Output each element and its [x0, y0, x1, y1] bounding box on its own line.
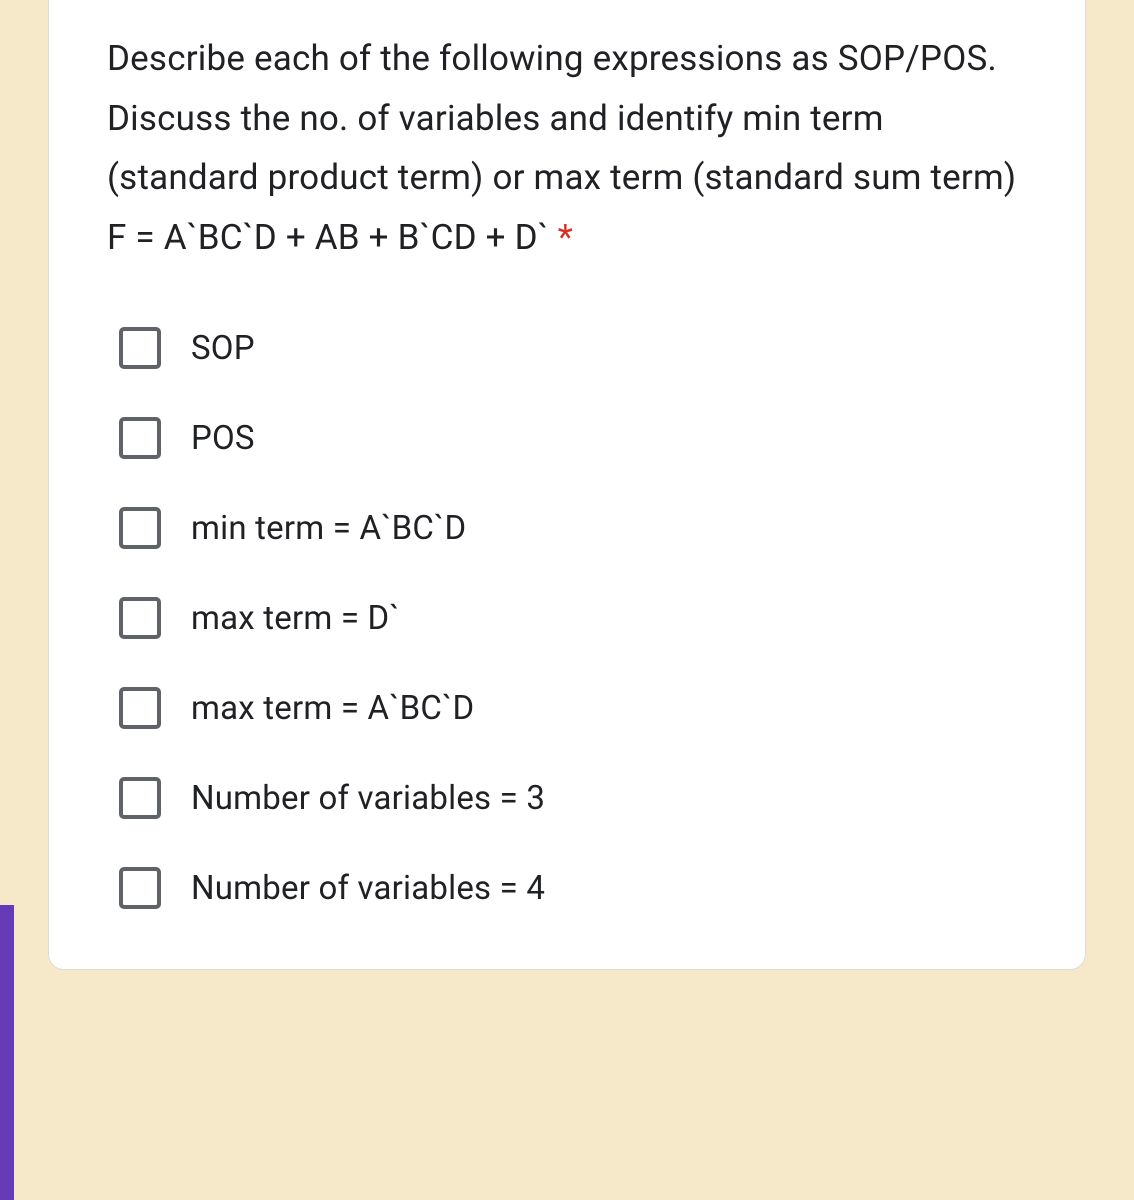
option-label: max term = A`BC`D — [191, 689, 474, 728]
option-label: min term = A`BC`D — [191, 509, 466, 548]
option-label: POS — [191, 419, 255, 458]
checkbox-icon — [119, 327, 161, 369]
checkbox-icon — [119, 507, 161, 549]
option-minterm[interactable]: min term = A`BC`D — [119, 507, 1027, 549]
option-sop[interactable]: SOP — [119, 327, 1027, 369]
option-label: Number of variables = 3 — [191, 779, 545, 818]
question-text: Describe each of the following expressio… — [107, 29, 1027, 267]
option-pos[interactable]: POS — [119, 417, 1027, 459]
checkbox-icon — [119, 867, 161, 909]
checkbox-icon — [119, 597, 161, 639]
checkbox-icon — [119, 687, 161, 729]
option-vars-4[interactable]: Number of variables = 4 — [119, 867, 1027, 909]
accent-bar — [0, 905, 14, 1200]
option-vars-3[interactable]: Number of variables = 3 — [119, 777, 1027, 819]
option-label: max term = D` — [191, 599, 400, 638]
options-container: SOP POS min term = A`BC`D max term = D` … — [107, 327, 1027, 909]
option-maxterm-d[interactable]: max term = D` — [119, 597, 1027, 639]
required-marker: * — [558, 217, 573, 258]
question-card: Describe each of the following expressio… — [48, 0, 1086, 970]
checkbox-icon — [119, 777, 161, 819]
checkbox-icon — [119, 417, 161, 459]
option-label: SOP — [191, 329, 255, 368]
option-maxterm-abcd[interactable]: max term = A`BC`D — [119, 687, 1027, 729]
option-label: Number of variables = 4 — [191, 869, 545, 908]
